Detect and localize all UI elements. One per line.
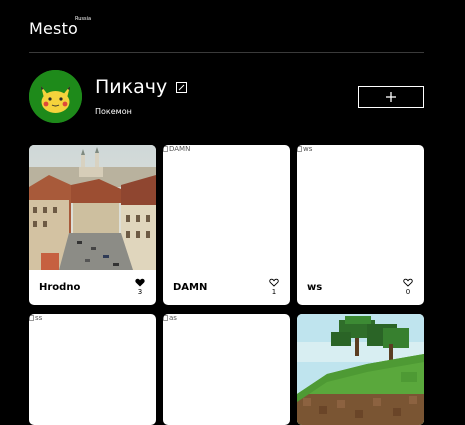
alt-label: ws bbox=[303, 145, 313, 153]
broken-image-alt: DAMN bbox=[163, 145, 190, 153]
profile-name: Пикачу bbox=[95, 76, 168, 98]
heart-outline-icon[interactable] bbox=[403, 278, 413, 287]
card-title: Hrodno bbox=[39, 282, 81, 293]
like-count: 1 bbox=[271, 288, 277, 296]
logo-region: Russia bbox=[75, 16, 92, 22]
card: ss bbox=[29, 314, 156, 425]
heart-filled-icon[interactable] bbox=[135, 278, 145, 287]
add-card-button[interactable] bbox=[358, 86, 424, 108]
card: DAMN DAMN 1 bbox=[163, 145, 290, 305]
profile-about: Покемон bbox=[95, 107, 132, 116]
edit-profile-button[interactable] bbox=[176, 81, 188, 93]
broken-image-icon bbox=[163, 315, 168, 321]
alt-label: ss bbox=[35, 314, 43, 322]
site-header: Mesto Russia bbox=[29, 0, 424, 53]
minecraft-landscape-image bbox=[297, 314, 424, 425]
card-image[interactable]: ss bbox=[29, 314, 156, 425]
like-group: 1 bbox=[267, 278, 281, 296]
pencil-edit-icon bbox=[178, 84, 185, 90]
broken-image-icon bbox=[297, 146, 302, 152]
plus-icon bbox=[386, 92, 396, 102]
card bbox=[297, 314, 424, 425]
card-title: ws bbox=[307, 282, 323, 293]
broken-image-alt: ws bbox=[297, 145, 312, 153]
card-image[interactable]: DAMN bbox=[163, 145, 290, 270]
profile-section: Пикачу Покемон bbox=[29, 70, 424, 130]
like-count: 0 bbox=[405, 288, 411, 296]
city-photo-image bbox=[29, 145, 156, 270]
card-title: DAMN bbox=[173, 282, 208, 293]
pikachu-avatar-icon bbox=[29, 70, 82, 123]
broken-image-alt: as bbox=[163, 314, 177, 322]
logo[interactable]: Mesto bbox=[29, 19, 78, 38]
broken-image-alt: ss bbox=[29, 314, 42, 322]
like-count: 3 bbox=[137, 288, 143, 296]
card: ws ws 0 bbox=[297, 145, 424, 305]
profile-name-row: Пикачу bbox=[95, 76, 188, 98]
avatar[interactable] bbox=[29, 70, 82, 123]
heart-outline-icon[interactable] bbox=[269, 278, 279, 287]
broken-image-icon bbox=[163, 146, 168, 152]
card: Hrodno 3 bbox=[29, 145, 156, 305]
broken-image-icon bbox=[29, 315, 34, 321]
card: as bbox=[163, 314, 290, 425]
card-image[interactable] bbox=[297, 314, 424, 425]
alt-label: DAMN bbox=[169, 145, 191, 153]
like-group: 0 bbox=[401, 278, 415, 296]
like-group: 3 bbox=[133, 278, 147, 296]
card-image[interactable] bbox=[29, 145, 156, 270]
card-image[interactable]: as bbox=[163, 314, 290, 425]
alt-label: as bbox=[169, 314, 177, 322]
card-image[interactable]: ws bbox=[297, 145, 424, 270]
